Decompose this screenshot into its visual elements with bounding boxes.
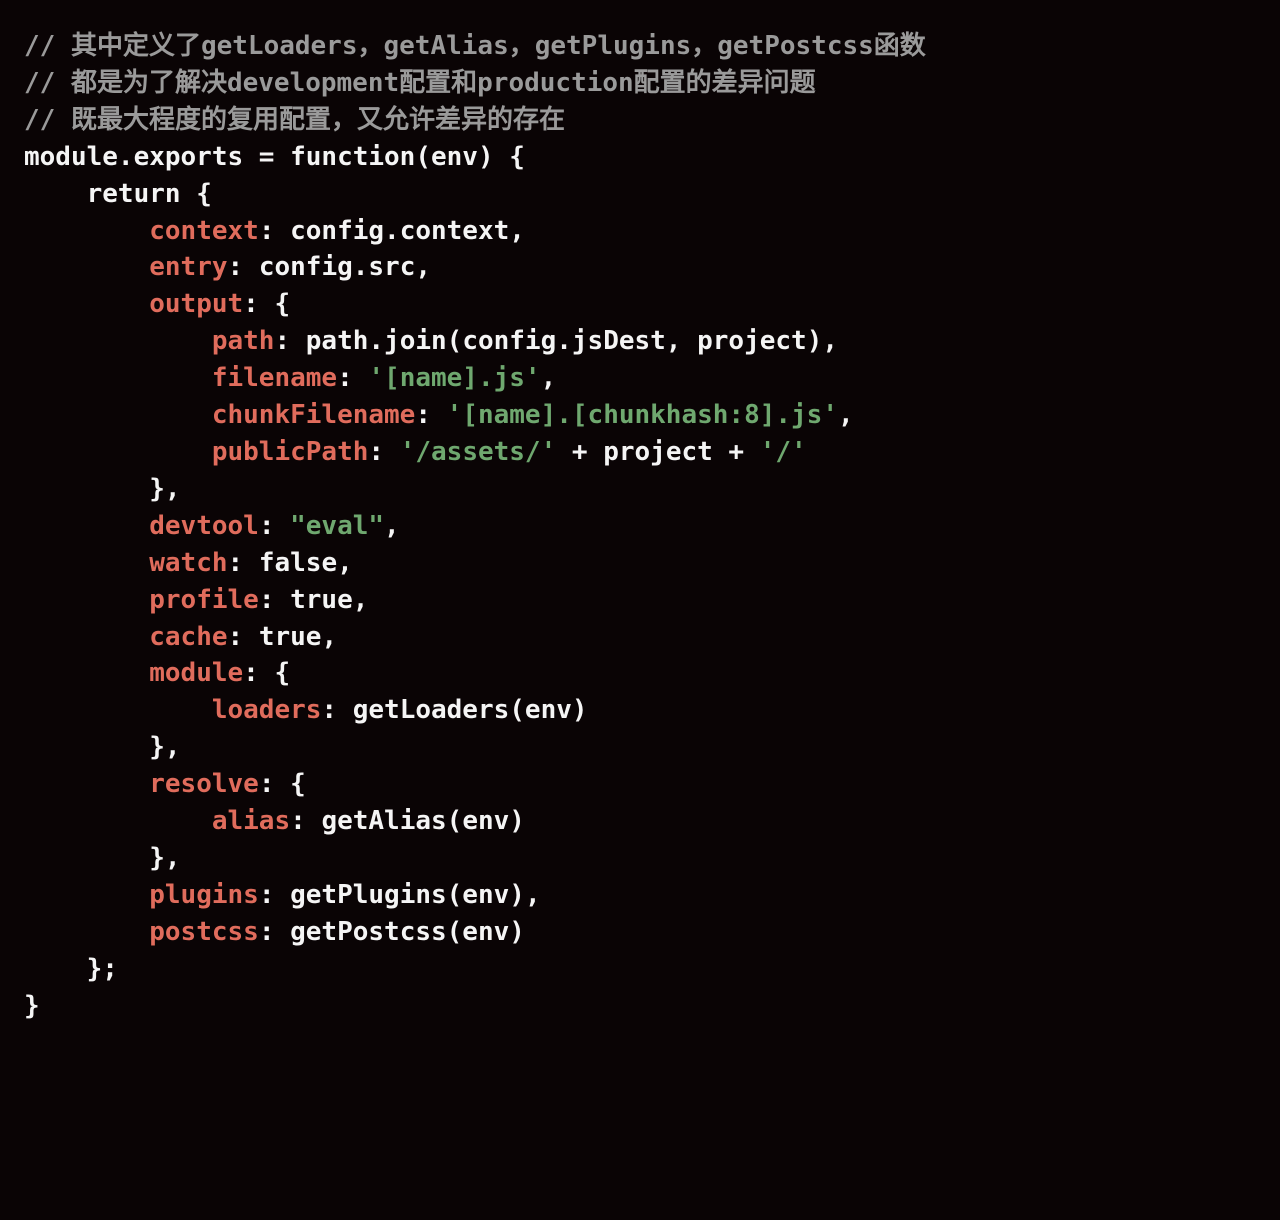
return-open: {	[181, 179, 212, 209]
val-postcss: getPostcss(env)	[290, 917, 525, 947]
prop-plugins: plugins	[149, 880, 259, 910]
val-cache: true	[259, 622, 322, 652]
prop-context: context	[149, 216, 259, 246]
val-publicpath-s2: '/'	[760, 437, 807, 467]
module-open: : {	[243, 658, 290, 688]
close-resolve: },	[149, 843, 180, 873]
val-publicpath-mid: + project +	[556, 437, 760, 467]
prop-devtool: devtool	[149, 511, 259, 541]
val-filename: '[name].js'	[368, 363, 540, 393]
close-output: },	[149, 474, 180, 504]
prop-output: output	[149, 289, 243, 319]
prop-profile: profile	[149, 585, 259, 615]
val-plugins: getPlugins(env)	[290, 880, 525, 910]
close-module: },	[149, 732, 180, 762]
prop-alias: alias	[212, 806, 290, 836]
val-publicpath-s1: '/assets/'	[400, 437, 557, 467]
prop-path: path	[212, 326, 275, 356]
keyword-function: function	[290, 142, 415, 172]
keyword-return: return	[87, 179, 181, 209]
prop-loaders: loaders	[212, 695, 322, 725]
close-fn: }	[24, 991, 40, 1021]
prop-publicpath: publicPath	[212, 437, 369, 467]
val-profile: true	[290, 585, 353, 615]
module-exports: module.exports =	[24, 142, 290, 172]
code-block: // 其中定义了getLoaders，getAlias，getPlugins，g…	[24, 28, 1256, 1024]
val-chunkfilename: '[name].[chunkhash:8].js'	[447, 400, 838, 430]
val-path: path.join(config.jsDest, project)	[306, 326, 823, 356]
prop-entry: entry	[149, 252, 227, 282]
close-return: };	[87, 954, 118, 984]
val-watch: false	[259, 548, 337, 578]
val-loaders: getLoaders(env)	[353, 695, 588, 725]
val-alias: getAlias(env)	[321, 806, 525, 836]
resolve-open: : {	[259, 769, 306, 799]
prop-postcss: postcss	[149, 917, 259, 947]
prop-cache: cache	[149, 622, 227, 652]
output-open: : {	[243, 289, 290, 319]
val-context: config.context	[290, 216, 509, 246]
prop-chunkfilename: chunkFilename	[212, 400, 416, 430]
val-devtool: "eval"	[290, 511, 384, 541]
prop-resolve: resolve	[149, 769, 259, 799]
fn-params: (env) {	[415, 142, 525, 172]
prop-filename: filename	[212, 363, 337, 393]
comment-line-2: // 都是为了解决development配置和production配置的差异问题	[24, 68, 816, 98]
comment-line-3: // 既最大程度的复用配置，又允许差异的存在	[24, 105, 565, 135]
prop-module: module	[149, 658, 243, 688]
prop-watch: watch	[149, 548, 227, 578]
comment-line-1: // 其中定义了getLoaders，getAlias，getPlugins，g…	[24, 31, 926, 61]
val-entry: config.src	[259, 252, 416, 282]
